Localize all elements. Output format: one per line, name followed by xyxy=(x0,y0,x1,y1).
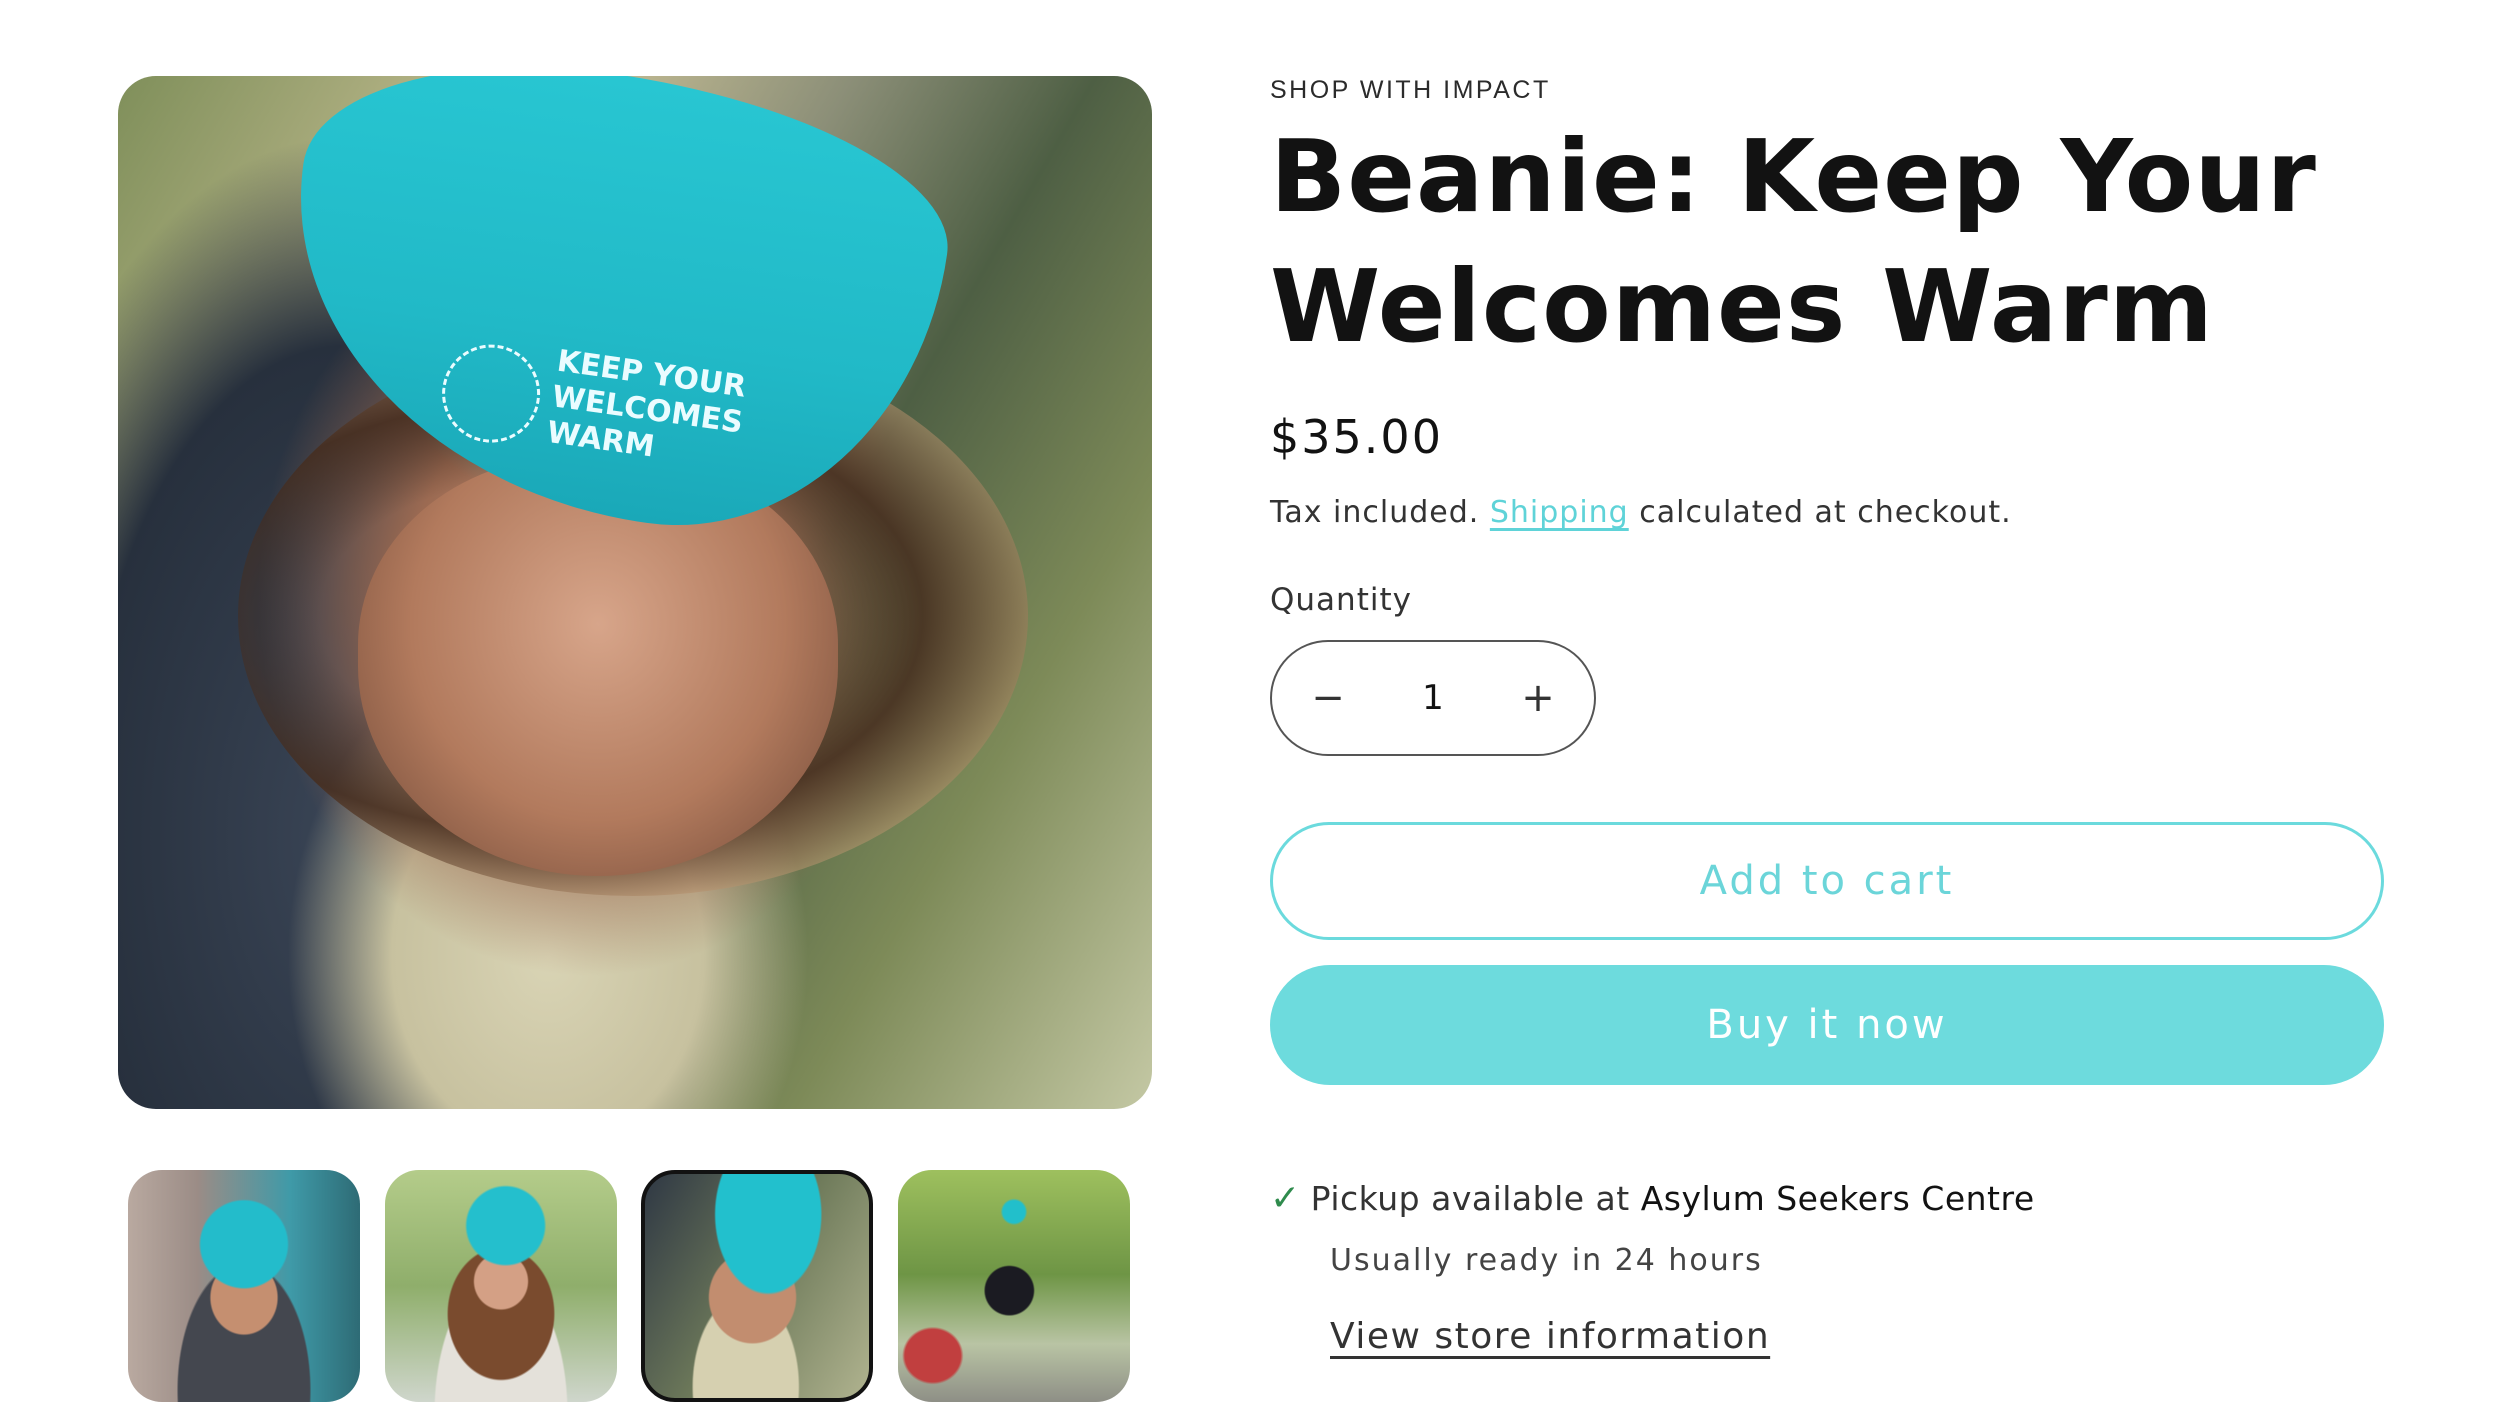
quantity-label: Quantity xyxy=(1270,582,1412,618)
product-eyebrow: SHOP WITH IMPACT xyxy=(1270,76,1551,104)
add-to-cart-button[interactable]: Add to cart xyxy=(1270,822,2384,940)
quantity-stepper: − 1 + xyxy=(1270,640,1596,756)
shipping-link[interactable]: Shipping xyxy=(1490,495,1629,530)
thumbnail-2[interactable] xyxy=(385,1170,617,1402)
pickup-ready-time: Usually ready in 24 hours xyxy=(1330,1243,1763,1278)
product-title: Beanie: Keep Your Welcomes Warm xyxy=(1270,118,2317,365)
tax-prefix: Tax included. xyxy=(1270,495,1480,530)
buy-now-button[interactable]: Buy it now xyxy=(1270,965,2384,1085)
pickup-availability: ✓ Pickup available at Asylum Seekers Cent… xyxy=(1270,1178,2035,1219)
thumbnail-4[interactable] xyxy=(898,1170,1130,1402)
main-product-image[interactable]: KEEP YOUR WELCOMES WARM xyxy=(118,76,1152,1109)
tax-suffix: calculated at checkout. xyxy=(1639,495,2012,530)
tax-note: Tax included. Shipping calculated at che… xyxy=(1270,495,2012,530)
view-store-information-link[interactable]: View store information xyxy=(1330,1316,1770,1357)
quantity-input[interactable]: 1 xyxy=(1372,642,1494,754)
thumbnail-gallery xyxy=(128,1170,1138,1405)
check-icon: ✓ xyxy=(1270,1178,1301,1219)
pickup-store-name: Asylum Seekers Centre xyxy=(1640,1179,2035,1218)
quantity-decrease-button[interactable]: − xyxy=(1278,642,1378,754)
thumbnail-3-active[interactable] xyxy=(641,1170,873,1402)
product-price: $35.00 xyxy=(1270,410,1443,464)
pickup-prefix: Pickup available at xyxy=(1310,1179,1630,1218)
quantity-increase-button[interactable]: + xyxy=(1488,642,1588,754)
thumbnail-1[interactable] xyxy=(128,1170,360,1402)
